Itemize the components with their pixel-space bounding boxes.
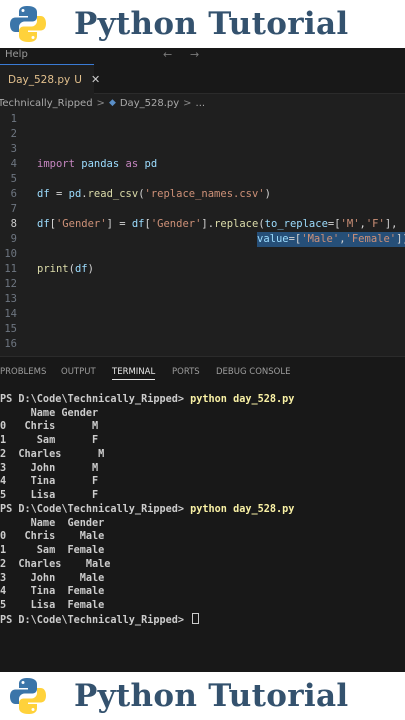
code-editor[interactable]: 1 2 3 import pandas as pd 4 5 df = pd.re… <box>0 112 405 356</box>
terminal-command-line: PS D:\Code\Technically_Ripped> python da… <box>0 504 295 515</box>
header-banner: Python Tutorial <box>0 0 405 48</box>
terminal-prompt-line[interactable]: PS D:\Code\Technically_Ripped> <box>0 613 200 627</box>
terminal-output-line: 5 Lisa F <box>0 489 99 501</box>
untracked-badge: U <box>74 73 82 86</box>
terminal-cursor <box>192 613 200 624</box>
line-number: 10 <box>4 248 17 260</box>
terminal-output-line: Name Gender <box>0 407 99 419</box>
terminal-output-line: 2 Charles Male <box>0 558 111 570</box>
terminal-output-line: Name Gender <box>0 517 105 529</box>
line-number: 11 <box>4 263 17 275</box>
terminal-command-line: PS D:\Code\Technically_Ripped> python da… <box>0 394 295 405</box>
python-file-icon: ◆ <box>108 98 116 108</box>
terminal-output-line: 0 Chris Male <box>0 531 105 543</box>
terminal-output-line: 3 John Male <box>0 572 105 584</box>
line-number: 7 <box>10 203 17 215</box>
line-number: 1 <box>10 113 17 125</box>
line-number: 12 <box>4 278 17 290</box>
forward-arrow-icon[interactable]: → <box>190 48 199 61</box>
menu-bar: Help ← → <box>0 48 405 64</box>
tab-day-528[interactable]: Day_528.py U ✕ <box>0 64 100 94</box>
python-logo-icon <box>10 678 46 714</box>
close-icon[interactable]: ✕ <box>91 73 100 86</box>
terminal-output-line: 0 Chris M <box>0 421 99 433</box>
footer-banner: Python Tutorial <box>0 672 405 720</box>
breadcrumb: Technically_Ripped > ◆ Day_528.py > ... <box>0 94 405 112</box>
tab-output[interactable]: OUTPUT <box>61 367 96 377</box>
line-number: 2 <box>10 128 17 140</box>
editor-tab-bar: Day_528.py U ✕ <box>0 64 405 94</box>
tab-filename: Day_528.py <box>8 73 71 86</box>
tab-ports[interactable]: PORTS <box>172 367 200 377</box>
breadcrumb-file[interactable]: Day_528.py <box>120 98 179 109</box>
line-number: 9 <box>10 233 17 245</box>
line-number: 15 <box>4 323 17 335</box>
panel-tab-bar: PROBLEMS OUTPUT TERMINAL PORTS DEBUG CON… <box>0 357 405 385</box>
line-number: 14 <box>4 308 17 320</box>
menu-help[interactable]: Help <box>5 49 28 60</box>
tab-debug-console[interactable]: DEBUG CONSOLE <box>216 367 290 377</box>
terminal[interactable]: PS D:\Code\Technically_Ripped> python da… <box>0 385 405 672</box>
line-number: 16 <box>4 338 17 350</box>
chevron-right-icon: > <box>183 97 192 109</box>
chevron-right-icon: > <box>96 97 105 109</box>
back-arrow-icon[interactable]: ← <box>163 48 172 61</box>
terminal-output-line: 4 Tina F <box>0 476 99 488</box>
terminal-output-line: 1 Sam F <box>0 435 99 447</box>
tab-problems[interactable]: PROBLEMS <box>0 367 46 377</box>
line-number: 5 <box>10 173 17 185</box>
tab-terminal[interactable]: TERMINAL <box>112 367 156 380</box>
line-number: 3 <box>10 143 17 155</box>
line-number: 4 <box>10 158 17 170</box>
terminal-output-line: 4 Tina Female <box>0 586 105 598</box>
line-number: 6 <box>10 188 17 200</box>
breadcrumb-more[interactable]: ... <box>196 98 206 109</box>
python-logo-icon <box>10 6 46 42</box>
banner-title: Python Tutorial <box>74 678 349 714</box>
terminal-output-line: 5 Lisa Female <box>0 599 105 611</box>
terminal-output-line: 3 John M <box>0 462 99 474</box>
line-number: 8 <box>10 218 17 230</box>
line-number: 13 <box>4 293 17 305</box>
terminal-output-line: 1 Sam Female <box>0 545 105 557</box>
terminal-output-line: 2 Charles M <box>0 448 105 460</box>
breadcrumb-folder[interactable]: Technically_Ripped <box>0 98 93 109</box>
banner-title: Python Tutorial <box>74 6 349 42</box>
